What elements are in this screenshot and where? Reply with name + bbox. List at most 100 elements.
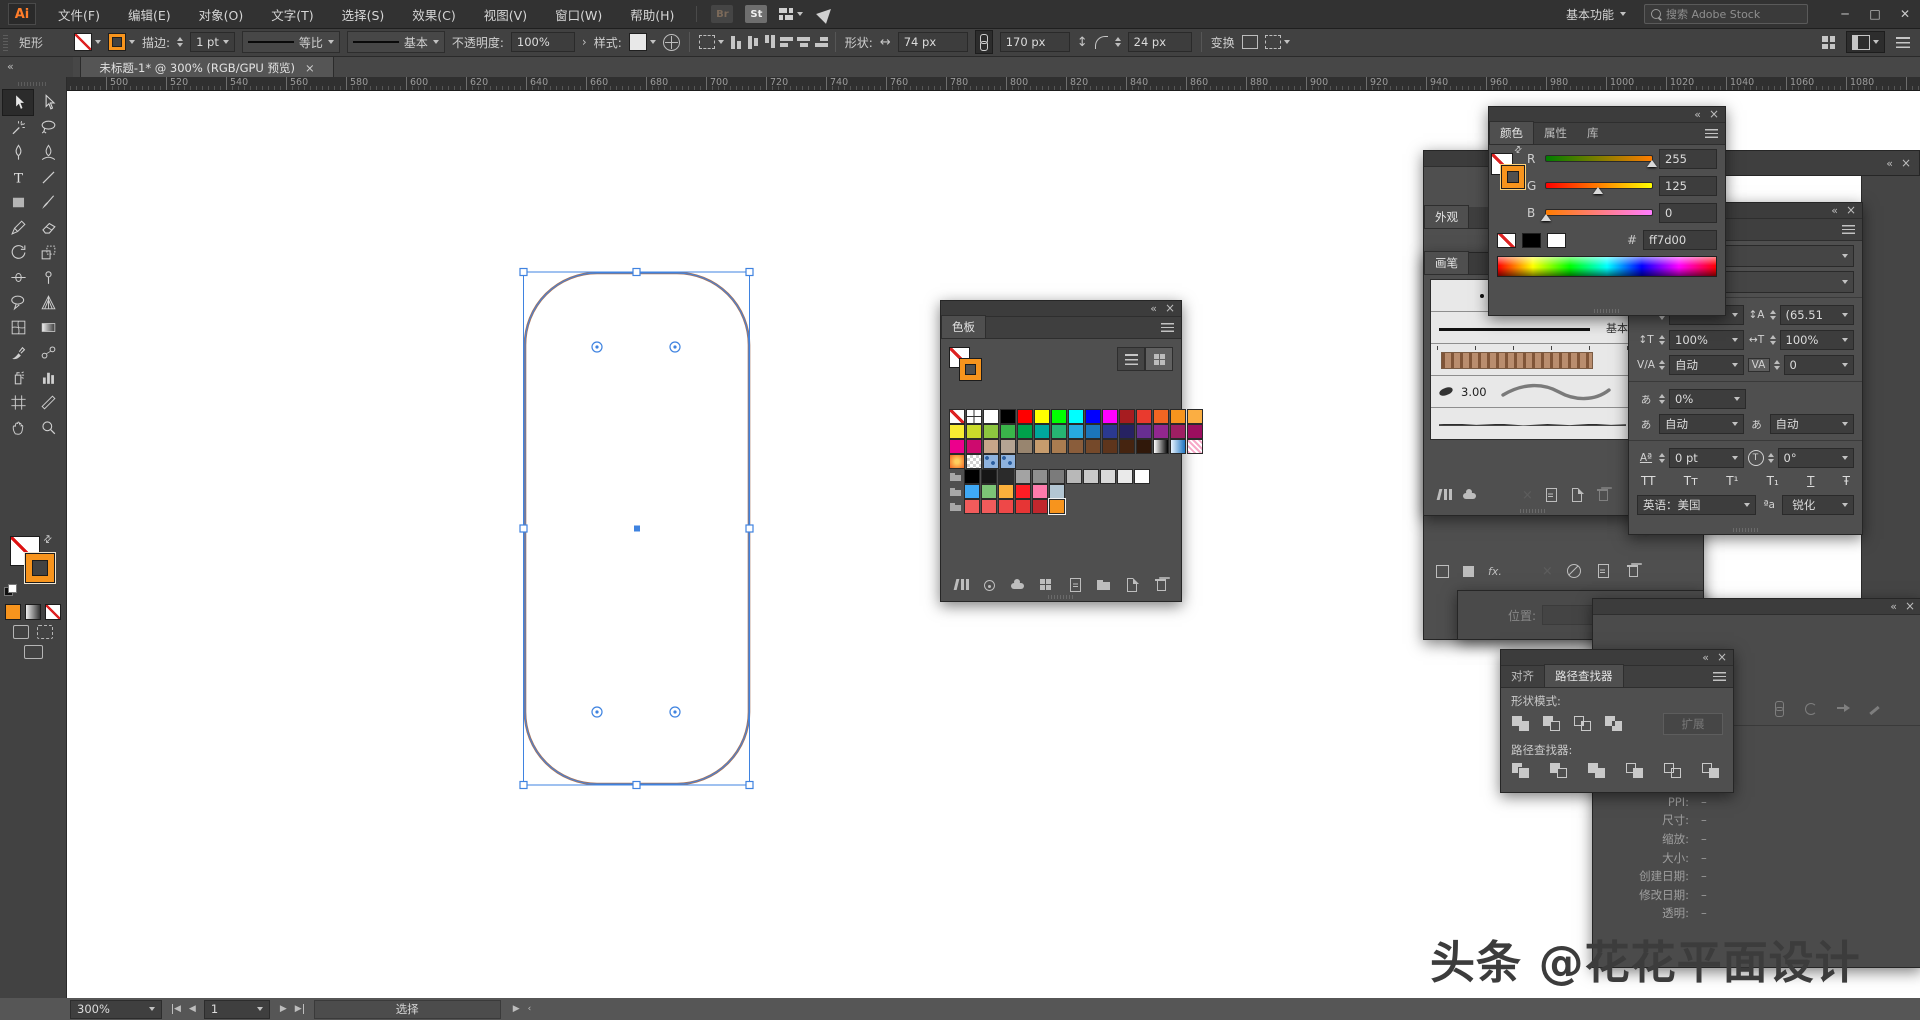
stroke-swatch-orange[interactable] [25, 553, 55, 583]
swatch[interactable] [1000, 409, 1016, 424]
fill-color-control[interactable] [74, 33, 101, 51]
menu-item-5[interactable]: 效果(C) [398, 0, 469, 28]
menu-item-0[interactable]: 文件(F) [44, 0, 114, 28]
zoom-dropdown[interactable]: 300% [70, 1000, 162, 1019]
curvature-tool[interactable] [33, 140, 63, 165]
aki-left-control[interactable]: あ 自动 [1637, 414, 1744, 434]
resize-grip[interactable] [1048, 595, 1074, 599]
swatch[interactable] [1119, 409, 1135, 424]
draw-normal-icon[interactable] [13, 625, 29, 639]
intersect-icon[interactable] [1573, 715, 1594, 733]
edit-original-icon[interactable] [1867, 701, 1883, 715]
swatch[interactable] [949, 454, 965, 469]
swatch[interactable] [983, 454, 999, 469]
swatch[interactable] [964, 484, 980, 499]
swatch[interactable] [964, 469, 980, 484]
stepper[interactable] [1770, 310, 1776, 320]
stepper[interactable] [1770, 335, 1776, 345]
swatch[interactable] [1153, 439, 1169, 454]
none-button[interactable] [45, 604, 61, 620]
stock-search-input[interactable]: 搜索 Adobe Stock [1644, 4, 1808, 24]
slider-thumb[interactable] [1647, 160, 1657, 167]
merge-icon[interactable] [1587, 762, 1608, 780]
swatch[interactable] [1085, 424, 1101, 439]
close-icon[interactable]: × [1901, 158, 1911, 169]
width-profile-dropdown[interactable]: 等比 [242, 31, 340, 53]
mesh-tool[interactable] [3, 315, 33, 340]
swatch[interactable] [1051, 439, 1067, 454]
color-group-folder-icon[interactable] [949, 470, 963, 483]
brush-libraries-icon[interactable] [1436, 488, 1452, 502]
toolbar-collapse-button[interactable]: « [0, 56, 73, 77]
new-color-group-icon[interactable] [1096, 578, 1112, 592]
symbol-sprayer-tool[interactable] [3, 365, 33, 390]
swatch-libraries-icon[interactable] [953, 578, 969, 592]
libraries-panel-icon[interactable] [1010, 578, 1026, 592]
type-tool[interactable]: T [3, 165, 33, 190]
channel-slider-G[interactable] [1545, 182, 1653, 189]
new-stroke-icon[interactable] [1436, 565, 1449, 578]
selection-tool[interactable] [3, 90, 33, 115]
menu-item-2[interactable]: 对象(O) [185, 0, 258, 28]
draw-inside-icon[interactable] [37, 625, 53, 639]
divide-icon[interactable] [1511, 762, 1532, 780]
collapse-icon[interactable]: « [1886, 158, 1893, 169]
swatch[interactable] [1100, 469, 1116, 484]
delete-swatch-icon[interactable] [1153, 578, 1169, 592]
hex-input[interactable]: ff7d00 [1643, 230, 1717, 250]
stroke-orange-swatch[interactable] [1501, 165, 1525, 189]
swatch[interactable] [1068, 424, 1084, 439]
stroke-weight-dropdown[interactable]: 1 pt [190, 32, 235, 52]
maximize-button[interactable]: □ [1860, 0, 1890, 28]
color-themes-icon[interactable] [982, 578, 998, 592]
stroke-color-control[interactable] [108, 33, 135, 51]
rotate-tool[interactable] [3, 240, 33, 265]
artboard-tool[interactable] [3, 390, 33, 415]
color-group-folder-icon[interactable] [949, 500, 963, 513]
transform-link[interactable]: 变换 [1211, 34, 1235, 51]
swatch[interactable] [1134, 469, 1150, 484]
panel-menu-icon[interactable] [1705, 129, 1718, 138]
superscript-button[interactable]: T¹ [1726, 474, 1738, 488]
swatch[interactable] [1187, 409, 1203, 424]
close-icon[interactable]: × [1709, 109, 1719, 120]
close-icon[interactable]: × [1165, 303, 1175, 314]
swatch[interactable] [1049, 499, 1065, 514]
new-brush-icon[interactable] [1569, 488, 1585, 502]
swatch[interactable] [949, 439, 965, 454]
swatch[interactable] [1051, 409, 1067, 424]
close-icon[interactable]: × [1846, 205, 1856, 216]
menu-item-1[interactable]: 编辑(E) [114, 0, 185, 28]
swatch-options-icon[interactable] [1067, 578, 1083, 592]
corner-radius-stepper[interactable] [1115, 37, 1121, 47]
stepper[interactable] [1774, 360, 1780, 370]
underline-button[interactable]: T [1807, 474, 1814, 488]
stepper[interactable] [1659, 394, 1665, 404]
show-swatch-kinds-icon[interactable] [1039, 578, 1055, 592]
isolate-dropdown[interactable] [1265, 35, 1290, 49]
zoom-tool[interactable] [33, 415, 63, 440]
stepper[interactable] [1659, 335, 1665, 345]
rectangle-tool[interactable] [3, 190, 33, 215]
brush-row-calligraphic[interactable]: 3.00 [1431, 376, 1634, 408]
horizontal-scale-control[interactable]: ↔T 100% [1748, 330, 1855, 350]
swatch[interactable] [1119, 424, 1135, 439]
swatch[interactable] [949, 409, 965, 424]
expand-button[interactable]: 扩展 [1663, 713, 1723, 735]
corner-radius-input[interactable]: 24 px [1128, 32, 1192, 52]
bounding-box-icon[interactable] [1242, 35, 1258, 49]
previous-artboard-icon[interactable]: ◀ [189, 1004, 196, 1014]
tab-properties[interactable]: 属性 [1534, 122, 1577, 144]
swatch[interactable] [964, 499, 980, 514]
minus-back-icon[interactable] [1701, 762, 1722, 780]
minus-front-icon[interactable] [1542, 715, 1563, 733]
new-swatch-icon[interactable] [1124, 578, 1140, 592]
stock-button[interactable]: St [745, 5, 767, 23]
align-top-button[interactable] [780, 37, 794, 47]
tab-color[interactable]: 颜色 [1489, 121, 1534, 144]
swatch[interactable] [1170, 424, 1186, 439]
swatch[interactable] [1187, 424, 1203, 439]
remove-brush-stroke-icon[interactable]: × [1522, 488, 1533, 502]
clear-appearance-circle-icon[interactable] [1567, 564, 1581, 578]
menu-item-4[interactable]: 选择(S) [328, 0, 399, 28]
